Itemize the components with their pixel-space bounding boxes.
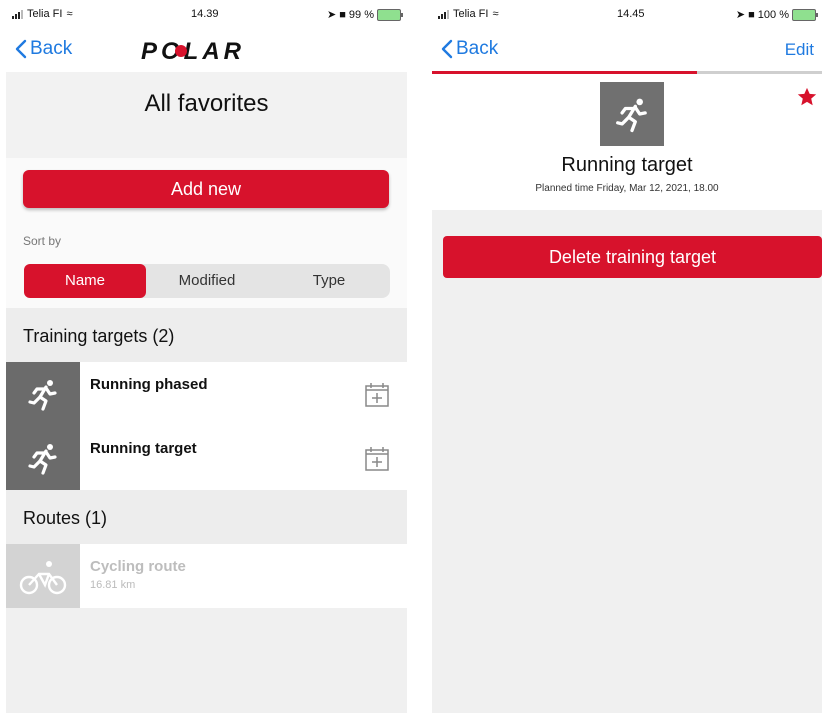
section-header-routes: Routes (1) (6, 490, 407, 544)
sort-option-type[interactable]: Type (268, 264, 390, 298)
status-bar: Telia FI ≈ 14.39 ➤ ■ 99 % (6, 0, 407, 32)
carrier-area: Telia FI ≈ (12, 8, 73, 20)
polar-logo: POLAR (141, 38, 245, 64)
title-area: All favorites (6, 72, 407, 158)
back-label: Back (30, 38, 73, 59)
list-item-running-phased[interactable]: Running phased (6, 362, 407, 426)
running-icon (6, 426, 80, 490)
back-button[interactable]: Back (440, 38, 498, 60)
sort-segmented-control: Name Modified Type (24, 264, 390, 298)
sort-by-label: Sort by (23, 234, 62, 248)
section-header-training-targets: Training targets (2) (6, 308, 407, 362)
delete-training-target-button[interactable]: Delete training target (443, 236, 822, 278)
sort-option-modified[interactable]: Modified (146, 264, 268, 298)
battery-icon (792, 8, 818, 21)
calendar-add-icon[interactable] (363, 444, 391, 472)
list-item-running-target[interactable]: Running target (6, 426, 407, 490)
nav-bar: Back POLAR (6, 32, 407, 72)
carrier-area: Telia FI ≈ (438, 8, 499, 20)
sort-option-name[interactable]: Name (24, 264, 146, 298)
clock: 14.39 (191, 8, 219, 20)
item-name: Running target (90, 440, 197, 457)
battery-icon (377, 8, 403, 21)
calendar-add-icon[interactable] (363, 380, 391, 408)
status-right: ➤ ■ 99 % (327, 8, 403, 21)
chevron-left-icon (441, 39, 453, 59)
alarm-icon: ■ (748, 8, 755, 21)
wifi-icon: ≈ (492, 8, 499, 20)
cycling-icon (6, 544, 80, 608)
list-item-cycling-route[interactable]: Cycling route 16.81 km (6, 544, 407, 608)
item-distance: 16.81 km (90, 579, 136, 591)
page-title: All favorites (144, 90, 269, 117)
location-icon: ➤ (327, 9, 337, 21)
signal-icon (438, 9, 449, 19)
edit-button[interactable]: Edit (785, 40, 814, 60)
item-name: Cycling route (90, 558, 186, 575)
star-icon[interactable] (796, 86, 818, 108)
battery-percent: 100 % (757, 8, 789, 21)
back-label: Back (456, 38, 499, 59)
location-icon: ➤ (735, 9, 746, 21)
clock: 14.45 (617, 8, 645, 20)
back-button[interactable]: Back (14, 38, 72, 60)
target-name: Running target (561, 154, 693, 176)
status-bar: Telia FI ≈ 14.45 ➤ ■ 100 % (432, 0, 822, 32)
signal-icon (12, 9, 23, 19)
nav-bar: Back Edit (432, 32, 822, 72)
carrier-label: Telia FI (27, 8, 63, 20)
alarm-icon: ■ (339, 8, 346, 21)
wifi-icon: ≈ (66, 8, 73, 20)
running-icon (6, 362, 80, 426)
favorites-screen: Telia FI ≈ 14.39 ➤ ■ 99 % Back POLAR All… (6, 0, 407, 713)
planned-time: Planned time Friday, Mar 12, 2021, 18.00 (535, 183, 719, 194)
section-title: Routes (1) (23, 508, 108, 528)
svg-text:POLAR: POLAR (141, 38, 245, 64)
chevron-left-icon (15, 39, 27, 59)
status-right: ➤ ■ 100 % (735, 8, 818, 21)
target-header: Running target Planned time Friday, Mar … (432, 74, 822, 210)
item-name: Running phased (90, 376, 208, 393)
running-icon (600, 82, 664, 146)
carrier-label: Telia FI (453, 8, 489, 20)
training-target-screen: Telia FI ≈ 14.45 ➤ ■ 100 % Back Edit Run… (432, 0, 822, 713)
add-new-button[interactable]: Add new (23, 170, 389, 208)
section-title: Training targets (2) (23, 326, 175, 346)
battery-percent: 99 % (348, 8, 374, 21)
